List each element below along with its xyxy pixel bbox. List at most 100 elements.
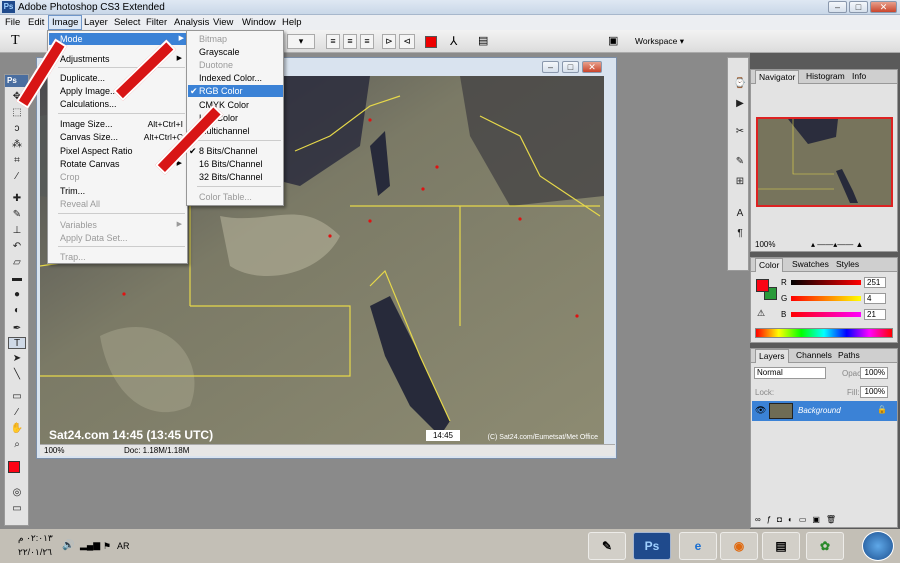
doc-close-button[interactable]: ✕ bbox=[582, 61, 602, 73]
text-color-swatch[interactable] bbox=[425, 36, 437, 48]
layer-row-background[interactable]: 👁 Background 🔒 bbox=[752, 401, 897, 421]
mode-item-32-bits[interactable]: 32 Bits/Channel bbox=[199, 171, 263, 183]
tab-channels[interactable]: Channels bbox=[793, 349, 835, 363]
start-button[interactable] bbox=[862, 531, 894, 561]
clock-time[interactable]: ٠٢:٠١٣ م bbox=[18, 533, 53, 544]
tools-preset-icon[interactable]: ✂ bbox=[731, 126, 749, 138]
menu-item-calculations[interactable]: Calculations... bbox=[60, 98, 117, 110]
navigator-preview[interactable] bbox=[756, 117, 893, 207]
line-tool-icon[interactable]: ╲ bbox=[8, 369, 26, 381]
taskbar-messenger-icon[interactable]: ✿ bbox=[806, 532, 844, 560]
history-icon[interactable]: ⌚ bbox=[731, 78, 749, 90]
tab-color[interactable]: Color bbox=[755, 258, 784, 272]
gradient-tool-icon[interactable]: ▬ bbox=[8, 273, 26, 285]
mode-item-cmyk-color[interactable]: CMYK Color bbox=[199, 99, 249, 111]
eyedropper-sample-icon[interactable]: ∕ bbox=[8, 407, 26, 419]
eyedropper-tool-icon[interactable]: ∕ bbox=[8, 171, 26, 183]
lasso-tool-icon[interactable]: ↄ bbox=[8, 123, 26, 135]
quick-mask-icon[interactable]: ◎ bbox=[8, 487, 26, 499]
text-orientation-icon[interactable]: ⊲ bbox=[399, 34, 415, 49]
clock-date[interactable]: ٢٢/٠١/٢٦ bbox=[18, 547, 52, 558]
foreground-color-swatch[interactable] bbox=[8, 461, 20, 473]
layer-buttons[interactable]: ∞ƒ◘◐▭▣🗑 bbox=[755, 515, 895, 525]
warp-text-icon[interactable]: ⊳ bbox=[382, 34, 396, 49]
menu-edit[interactable]: Edit bbox=[25, 16, 47, 29]
blur-tool-icon[interactable]: ● bbox=[8, 289, 26, 301]
taskbar-photoshop-icon[interactable]: Ps bbox=[633, 532, 671, 560]
warp-icon[interactable]: ⅄ bbox=[450, 34, 457, 48]
healing-brush-tool-icon[interactable]: ✚ bbox=[8, 193, 26, 205]
workspace-dropdown[interactable]: Workspace ▾ bbox=[635, 36, 684, 47]
type-tool-icon[interactable]: T bbox=[8, 337, 26, 349]
pen-tool-icon[interactable]: ✒ bbox=[8, 323, 26, 335]
hand-tool-icon[interactable]: ✋ bbox=[8, 423, 26, 435]
g-slider[interactable] bbox=[791, 296, 861, 301]
clone-stamp-tool-icon[interactable]: ⊥ bbox=[8, 225, 26, 237]
menu-view[interactable]: View bbox=[210, 16, 236, 29]
tab-navigator[interactable]: Navigator bbox=[755, 70, 800, 84]
navigator-zoom[interactable]: 100% bbox=[755, 240, 775, 249]
eye-visibility-icon[interactable]: 👁 bbox=[755, 405, 766, 416]
menu-item-duplicate[interactable]: Duplicate... bbox=[60, 72, 105, 84]
mode-item-grayscale[interactable]: Grayscale bbox=[199, 46, 240, 58]
clone-source-icon[interactable]: ⊞ bbox=[731, 176, 749, 188]
actions-icon[interactable]: ▶ bbox=[731, 98, 749, 110]
tab-styles[interactable]: Styles bbox=[833, 258, 862, 272]
gamut-warning-icon[interactable]: ⚠ bbox=[757, 308, 765, 319]
b-value-field[interactable]: 21 bbox=[864, 309, 886, 320]
tab-info[interactable]: Info bbox=[849, 70, 869, 84]
path-selection-tool-icon[interactable]: ➤ bbox=[8, 353, 26, 365]
mode-item-16-bits[interactable]: 16 Bits/Channel bbox=[199, 158, 263, 170]
magic-wand-tool-icon[interactable]: ⁂ bbox=[8, 139, 26, 151]
font-size-dropdown[interactable]: ▾ bbox=[287, 34, 315, 49]
color-fg-swatch[interactable] bbox=[756, 279, 769, 292]
bridge-icon[interactable]: ▣ bbox=[608, 34, 618, 47]
menu-file[interactable]: File bbox=[2, 16, 23, 29]
menu-item-apply-image[interactable]: Apply Image... bbox=[60, 85, 118, 97]
tab-paths[interactable]: Paths bbox=[835, 349, 863, 363]
volume-icon[interactable]: 🔊 bbox=[62, 540, 74, 551]
eraser-tool-icon[interactable]: ▱ bbox=[8, 257, 26, 269]
menu-item-canvas-size[interactable]: Canvas Size... Alt+Ctrl+C bbox=[60, 131, 187, 143]
color-ramp[interactable] bbox=[755, 328, 893, 338]
notes-tool-icon[interactable]: ▭ bbox=[8, 391, 26, 403]
g-value-field[interactable]: 4 bbox=[864, 293, 886, 304]
doc-minimize-button[interactable]: – bbox=[542, 61, 559, 73]
network-icon[interactable]: ▂▄▆ bbox=[80, 540, 100, 551]
mode-item-rgb-color[interactable]: ✔ RGB Color bbox=[188, 85, 283, 97]
language-indicator[interactable]: AR bbox=[117, 541, 130, 551]
history-brush-tool-icon[interactable]: ↶ bbox=[8, 241, 26, 253]
menu-layer[interactable]: Layer bbox=[81, 16, 111, 29]
r-value-field[interactable]: 251 bbox=[864, 277, 886, 288]
maximize-button[interactable]: □ bbox=[849, 1, 868, 13]
layer-name[interactable]: Background bbox=[798, 406, 841, 415]
marquee-tool-icon[interactable]: ⬚ bbox=[8, 107, 26, 119]
taskbar-firefox-icon[interactable]: ◉ bbox=[720, 532, 758, 560]
zoom-tool-icon[interactable]: ⌕ bbox=[8, 439, 26, 451]
navigator-zoom-slider[interactable]: ▴ ——▴—— ▲ bbox=[811, 240, 891, 249]
align-left-icon[interactable]: ≡ bbox=[326, 34, 340, 49]
menu-select[interactable]: Select bbox=[111, 16, 143, 29]
doc-maximize-button[interactable]: □ bbox=[562, 61, 579, 73]
close-button[interactable]: ✕ bbox=[870, 1, 897, 13]
menu-item-image-size[interactable]: Image Size... Alt+Ctrl+I bbox=[60, 118, 187, 130]
mode-item-8-bits[interactable]: ✔ 8 Bits/Channel bbox=[189, 145, 258, 157]
menu-filter[interactable]: Filter bbox=[143, 16, 170, 29]
blend-mode-dropdown[interactable]: Normal bbox=[754, 367, 826, 379]
menu-help[interactable]: Help bbox=[279, 16, 305, 29]
type-tool-icon[interactable]: T bbox=[11, 33, 20, 49]
taskbar-explorer-icon[interactable]: ▤ bbox=[762, 532, 800, 560]
taskbar-paint-icon[interactable]: ✎ bbox=[588, 532, 626, 560]
tab-layers[interactable]: Layers bbox=[755, 349, 789, 363]
tab-histogram[interactable]: Histogram bbox=[803, 70, 848, 84]
b-slider[interactable] bbox=[791, 312, 861, 317]
align-center-icon[interactable]: ≡ bbox=[343, 34, 357, 49]
brush-tool-icon[interactable]: ✎ bbox=[8, 209, 26, 221]
paragraph-icon[interactable]: ¶ bbox=[731, 228, 749, 240]
dodge-tool-icon[interactable]: ◐ bbox=[8, 305, 26, 317]
doc-size-info[interactable]: Doc: 1.18M/1.18M bbox=[124, 445, 189, 456]
crop-tool-icon[interactable]: ⌗ bbox=[8, 155, 26, 167]
menu-image[interactable]: Image bbox=[48, 15, 83, 30]
flag-icon[interactable]: ⚑ bbox=[103, 541, 111, 552]
tab-swatches[interactable]: Swatches bbox=[789, 258, 832, 272]
